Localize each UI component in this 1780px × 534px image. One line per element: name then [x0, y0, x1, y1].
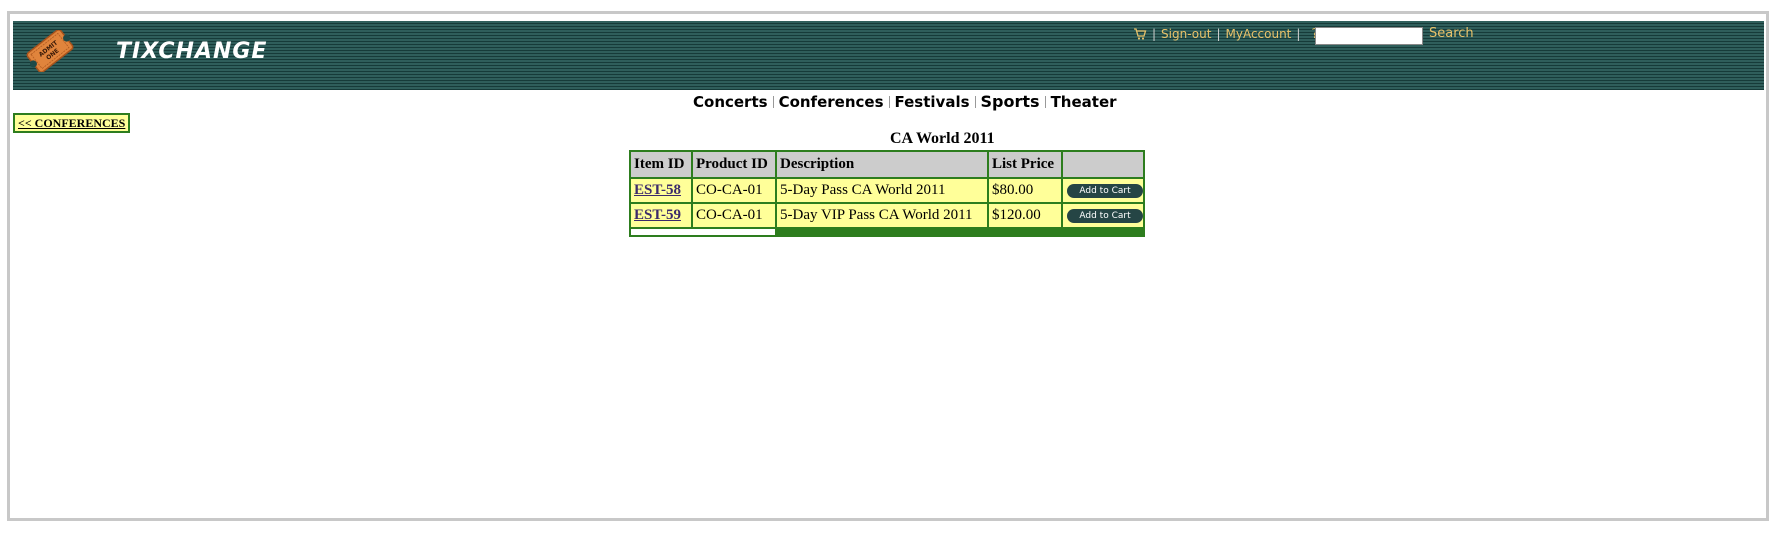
back-to-conferences-link[interactable]: << CONFERENCES: [13, 113, 131, 133]
nav-sports[interactable]: Sports: [981, 92, 1040, 111]
separator: |: [1296, 27, 1301, 41]
table-row-product-id: CO-CA-01: [693, 204, 775, 227]
table-row-product-id: CO-CA-01: [693, 179, 775, 202]
search-input[interactable]: [1315, 27, 1423, 45]
nav-divider: [772, 95, 774, 108]
header-list-price: List Price: [989, 152, 1061, 177]
site-header: ADMIT ONE TIXCHANGE: [13, 21, 1764, 90]
shopping-cart-icon[interactable]: [1133, 27, 1147, 41]
nav-divider: [974, 95, 976, 108]
nav-concerts[interactable]: Concerts: [693, 93, 768, 111]
nav-festivals[interactable]: Festivals: [895, 93, 970, 111]
ticket-logo-icon[interactable]: ADMIT ONE: [23, 30, 77, 72]
brand-name[interactable]: TIXCHANGE: [116, 39, 267, 64]
nav-conferences[interactable]: Conferences: [779, 93, 884, 111]
search-link[interactable]: Search: [1429, 26, 1474, 41]
account-links: | Sign-out | MyAccount | ?: [1133, 24, 1318, 44]
table-row-description: 5-Day VIP Pass CA World 2011: [777, 204, 987, 227]
nav-divider: [1044, 95, 1046, 108]
nav-divider: [888, 95, 890, 108]
header-item-id: Item ID: [631, 152, 691, 177]
header-product-id: Product ID: [693, 152, 775, 177]
page-title: CA World 2011: [890, 130, 995, 147]
separator: |: [1216, 27, 1221, 41]
table-row-action: Add to Cart: [1063, 204, 1143, 227]
table-row-price: $120.00: [989, 204, 1061, 227]
header-description: Description: [777, 152, 987, 177]
add-to-cart-button[interactable]: Add to Cart: [1067, 208, 1143, 223]
add-to-cart-button[interactable]: Add to Cart: [1067, 183, 1143, 198]
table-row-action: Add to Cart: [1063, 179, 1143, 202]
separator: |: [1152, 27, 1157, 41]
table-row-item-id: EST-58: [631, 179, 691, 202]
header-action: [1063, 152, 1143, 177]
table-row-price: $80.00: [989, 179, 1061, 202]
items-table: Item ID Product ID Description List Pric…: [629, 150, 1145, 237]
table-row-item-id: EST-59: [631, 204, 691, 227]
sign-out-link[interactable]: Sign-out: [1161, 27, 1211, 41]
table-row-description: 5-Day Pass CA World 2011: [777, 179, 987, 202]
my-account-link[interactable]: MyAccount: [1225, 27, 1291, 41]
table-footer-blank: [631, 229, 775, 235]
nav-theater[interactable]: Theater: [1051, 93, 1117, 111]
category-nav: Concerts Conferences Festivals Sports Th…: [693, 92, 1117, 111]
item-link-est-58[interactable]: EST-58: [634, 182, 681, 199]
item-link-est-59[interactable]: EST-59: [634, 207, 681, 224]
